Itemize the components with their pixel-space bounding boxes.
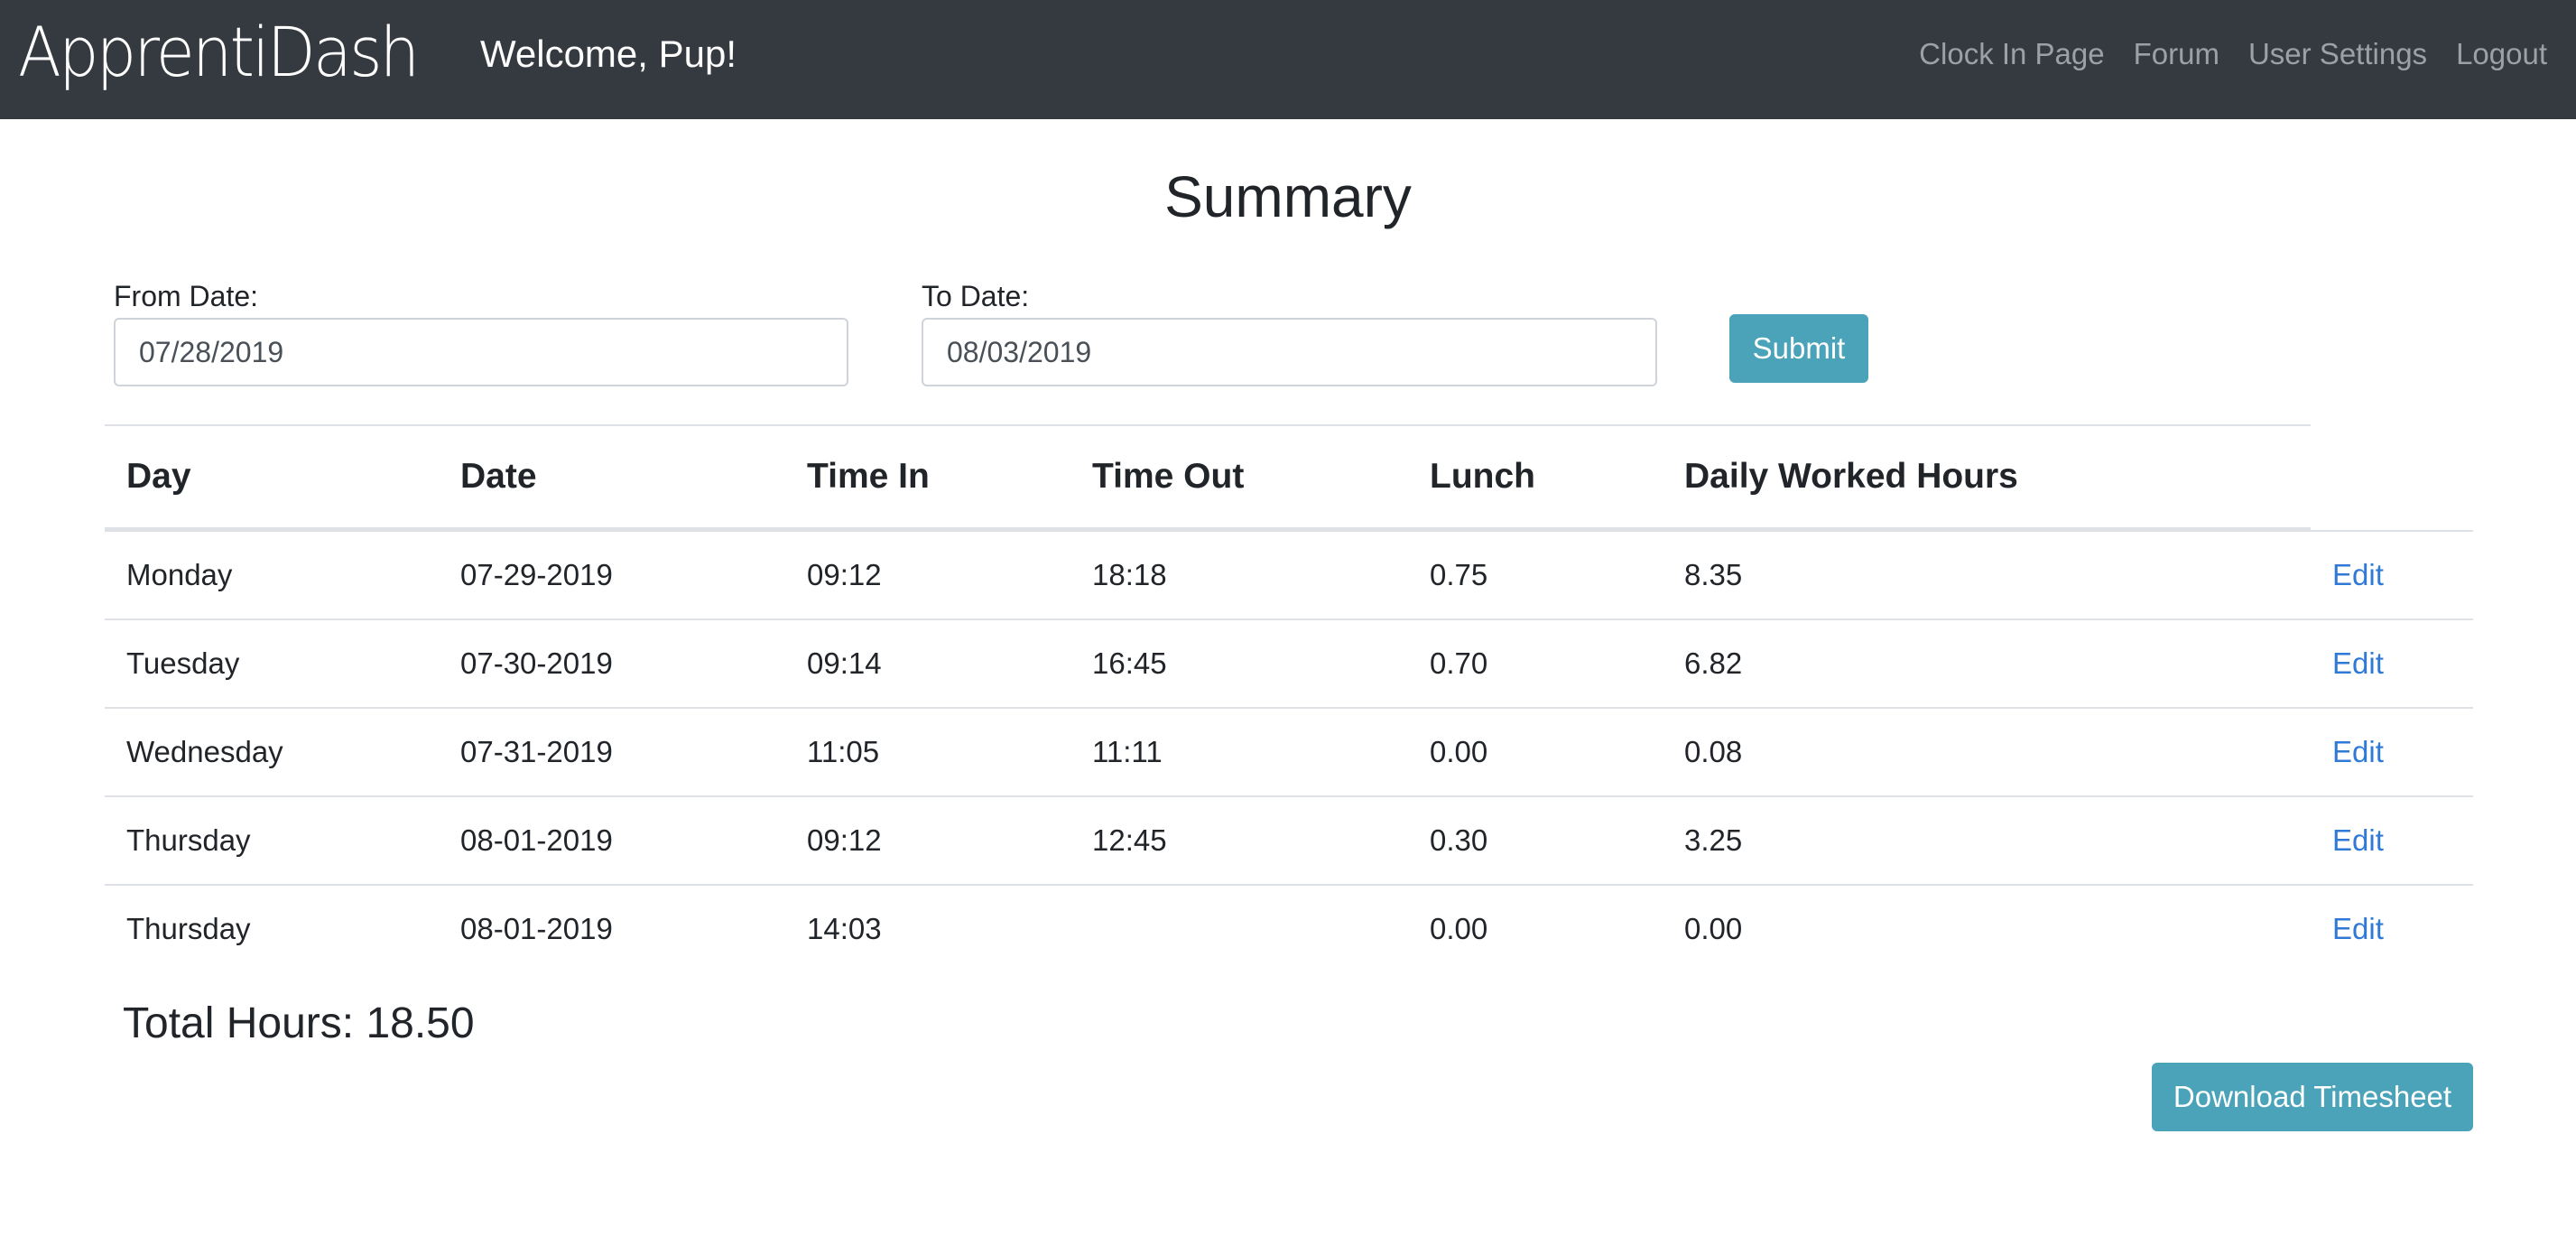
cell-hours: 0.00 xyxy=(1684,912,1743,945)
cell-time-out: 18:18 xyxy=(1092,558,1167,591)
edit-link[interactable]: Edit xyxy=(2332,709,2384,795)
cell-date: 08-01-2019 xyxy=(460,823,613,857)
cell-day: Thursday xyxy=(126,823,251,857)
nav-link-user-settings[interactable]: User Settings xyxy=(2248,27,2427,81)
header-time-in: Time In xyxy=(807,457,930,496)
nav-links: Clock In Page Forum User Settings Logout xyxy=(1919,27,2547,81)
table-row: Thursday 08-01-2019 09:12 12:45 0.30 3.2… xyxy=(105,795,2473,884)
table-header: Day Date Time In Time Out Lunch Daily Wo… xyxy=(105,424,2311,530)
cell-time-in: 11:05 xyxy=(807,735,880,768)
download-timesheet-button[interactable]: Download Timesheet xyxy=(2152,1063,2473,1131)
cell-lunch: 0.00 xyxy=(1430,735,1488,768)
table-row: Thursday 08-01-2019 14:03 0.00 0.00 Edit xyxy=(105,884,2473,972)
cell-day: Wednesday xyxy=(126,735,283,768)
cell-time-in: 09:14 xyxy=(807,646,882,680)
edit-link[interactable]: Edit xyxy=(2332,620,2384,707)
nav-link-clock-in[interactable]: Clock In Page xyxy=(1919,27,2104,81)
cell-time-in: 09:12 xyxy=(807,558,882,591)
cell-lunch: 0.00 xyxy=(1430,912,1488,945)
header-day: Day xyxy=(126,457,191,496)
cell-date: 07-30-2019 xyxy=(460,646,613,680)
nav-link-forum[interactable]: Forum xyxy=(2134,27,2219,81)
cell-day: Thursday xyxy=(126,912,251,945)
cell-date: 07-31-2019 xyxy=(460,735,613,768)
cell-day: Monday xyxy=(126,558,233,591)
timesheet-table: Day Date Time In Time Out Lunch Daily Wo… xyxy=(105,424,2473,972)
cell-date: 08-01-2019 xyxy=(460,912,613,945)
from-date-input[interactable] xyxy=(114,318,848,386)
cell-day: Tuesday xyxy=(126,646,240,680)
nav-link-logout[interactable]: Logout xyxy=(2456,27,2547,81)
welcome-message: Welcome, Pup! xyxy=(480,33,737,75)
table-row: Monday 07-29-2019 09:12 18:18 0.75 8.35 … xyxy=(105,530,2473,618)
header-time-out: Time Out xyxy=(1092,457,1245,496)
top-navbar: ApprentiDash Welcome, Pup! Clock In Page… xyxy=(0,0,2576,119)
to-date-input[interactable] xyxy=(922,318,1657,386)
cell-time-in: 14:03 xyxy=(807,912,882,945)
header-date: Date xyxy=(460,457,537,496)
cell-hours: 3.25 xyxy=(1684,823,1743,857)
cell-time-out: 11:11 xyxy=(1092,735,1163,768)
cell-time-out: 16:45 xyxy=(1092,646,1167,680)
page-title: Summary xyxy=(1164,164,1412,229)
from-date-label: From Date: xyxy=(114,280,259,312)
edit-link[interactable]: Edit xyxy=(2332,886,2384,972)
edit-link[interactable]: Edit xyxy=(2332,797,2384,884)
submit-button[interactable]: Submit xyxy=(1729,314,1868,383)
edit-link[interactable]: Edit xyxy=(2332,532,2384,618)
cell-lunch: 0.30 xyxy=(1430,823,1488,857)
cell-hours: 0.08 xyxy=(1684,735,1743,768)
brand-logo[interactable]: ApprentiDash xyxy=(18,7,420,98)
cell-hours: 6.82 xyxy=(1684,646,1743,680)
cell-date: 07-29-2019 xyxy=(460,558,613,591)
cell-time-in: 09:12 xyxy=(807,823,882,857)
table-row: Tuesday 07-30-2019 09:14 16:45 0.70 6.82… xyxy=(105,618,2473,707)
to-date-label: To Date: xyxy=(922,280,1030,312)
cell-lunch: 0.75 xyxy=(1430,558,1488,591)
total-hours: Total Hours: 18.50 xyxy=(123,999,475,1047)
cell-hours: 8.35 xyxy=(1684,558,1743,591)
table-row: Wednesday 07-31-2019 11:05 11:11 0.00 0.… xyxy=(105,707,2473,795)
header-daily-hours: Daily Worked Hours xyxy=(1684,457,2018,496)
header-lunch: Lunch xyxy=(1430,457,1535,496)
cell-lunch: 0.70 xyxy=(1430,646,1488,680)
cell-time-out: 12:45 xyxy=(1092,823,1167,857)
